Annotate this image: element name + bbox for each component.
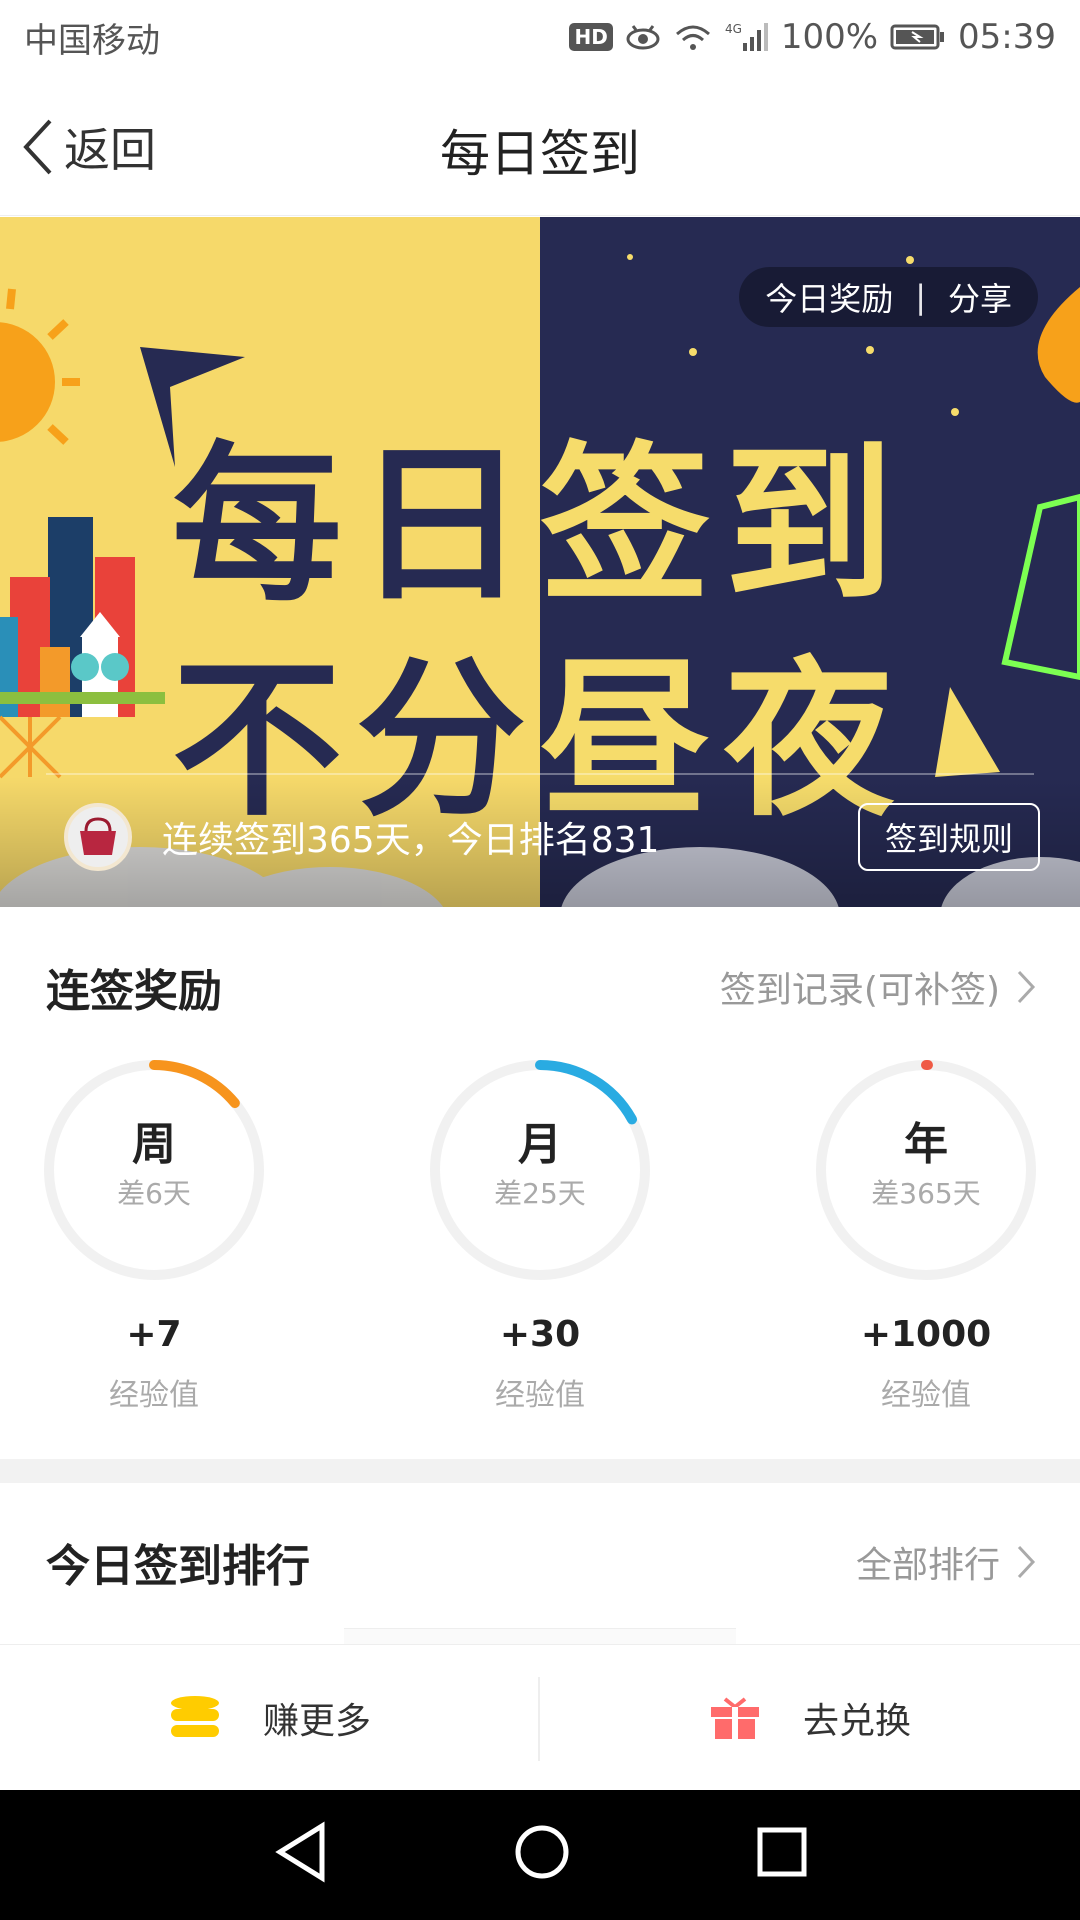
nav-back-icon[interactable] (272, 1820, 332, 1884)
bonus-value: +7 (126, 1314, 182, 1355)
year-reward[interactable]: 年 差365天 +1000 经验值 (806, 1050, 1046, 1413)
week-reward[interactable]: 周 差6天 +7 经验值 (34, 1050, 274, 1413)
battery-percent: 100% (780, 17, 879, 57)
signal-icon: 4G (725, 21, 769, 53)
streak-reward-rings: 周 差6天 +7 经验值 月 差25天 +30 经验值 年 差365天 +100… (0, 1050, 1080, 1413)
pill-separator: | (915, 278, 926, 316)
system-nav-bar (0, 1790, 1080, 1920)
carrier-name: 中国移动 (24, 20, 160, 61)
bonus-value: +30 (499, 1314, 581, 1355)
all-ranking-label: 全部排行 (855, 1545, 1000, 1586)
ranking-header: 今日签到排行 全部排行 (0, 1530, 1080, 1610)
share-link[interactable]: 分享 (948, 274, 1012, 320)
eye-comfort-icon (625, 22, 661, 52)
days-remaining: 差25天 (494, 1177, 586, 1210)
streak-reward-header: 连签奖励 签到记录(可补签) (0, 955, 1080, 1035)
bonus-unit: 经验值 (881, 1378, 971, 1413)
bonus-unit: 经验值 (109, 1378, 199, 1413)
section-title: 今日签到排行 (46, 1541, 310, 1592)
progress-arc (149, 1060, 240, 1109)
all-ranking-link[interactable]: 全部排行 (856, 1536, 1036, 1588)
nav-recents-icon[interactable] (752, 1820, 812, 1884)
days-remaining: 差365天 (871, 1177, 981, 1210)
bonus-unit: 经验值 (495, 1378, 585, 1413)
nav-home-icon[interactable] (510, 1820, 574, 1884)
svg-text:4G: 4G (725, 22, 742, 36)
checkin-rules-button[interactable]: 签到规则 (858, 803, 1040, 871)
section-title: 连签奖励 (46, 966, 222, 1017)
bonus-value: +1000 (860, 1314, 992, 1355)
chevron-right-icon (1017, 1545, 1036, 1579)
checkin-banner: 每日签到 不分昼夜 今日奖励 | 分享 连续签到365天，今日排名831 签到规… (0, 217, 1080, 907)
wifi-icon (673, 22, 713, 52)
battery-icon (890, 23, 946, 51)
redeem-label: 去兑换 (802, 1701, 911, 1742)
today-reward-link[interactable]: 今日奖励 (765, 274, 893, 320)
hd-icon: HD (569, 23, 613, 51)
streak-summary: 连续签到365天，今日排名831 (162, 820, 660, 861)
days-remaining: 差6天 (117, 1177, 191, 1210)
period-label: 周 (132, 1119, 176, 1170)
coins-icon (170, 1696, 219, 1737)
checkin-record-link[interactable]: 签到记录(可补签) (720, 961, 1036, 1013)
clock: 05:39 (958, 17, 1056, 57)
banner-divider (46, 773, 1034, 775)
reward-share-pill: 今日奖励 | 分享 (739, 267, 1038, 327)
avatar[interactable] (64, 803, 132, 871)
redeem-button[interactable]: 去兑换 (540, 1645, 1080, 1791)
earn-more-label: 赚更多 (262, 1701, 371, 1742)
earn-more-button[interactable]: 赚更多 (0, 1645, 540, 1791)
chevron-right-icon (1017, 970, 1036, 1004)
banner-headline-1: 每日签到 (171, 427, 909, 625)
handbag-icon (80, 817, 116, 855)
checkin-record-label: 签到记录(可补签) (719, 970, 1000, 1011)
page-title: 每日签到 (440, 125, 640, 183)
gift-icon (710, 1697, 759, 1739)
period-label: 年 (904, 1119, 948, 1170)
bottom-action-bar: 赚更多 去兑换 (0, 1644, 1080, 1790)
period-label: 月 (518, 1119, 562, 1170)
status-bar: 中国移动 HD 4G 100% 05:39 (0, 0, 1080, 74)
month-reward[interactable]: 月 差25天 +30 经验值 (420, 1050, 660, 1413)
nav-bar: 返回 每日签到 (0, 74, 1080, 216)
section-divider (0, 1459, 1080, 1483)
